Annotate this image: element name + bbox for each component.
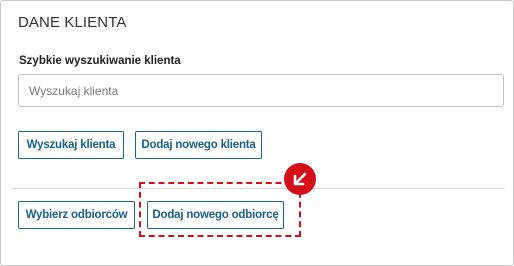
client-data-panel: DANE KLIENTA Szybkie wyszukiwanie klient… <box>0 0 514 266</box>
annotation-marker <box>284 163 316 195</box>
quick-search-label: Szybkie wyszukiwanie klienta <box>19 55 181 67</box>
add-new-client-button[interactable]: Dodaj nowego klienta <box>135 131 262 159</box>
add-new-recipient-button[interactable]: Dodaj nowego odbiorcę <box>147 201 284 229</box>
section-divider <box>11 188 505 189</box>
client-search-input[interactable] <box>18 74 504 107</box>
arrow-down-left-icon <box>293 172 307 186</box>
search-client-button[interactable]: Wyszukaj klienta <box>18 131 124 159</box>
choose-recipients-button[interactable]: Wybierz odbiorców <box>18 201 135 229</box>
panel-title: DANE KLIENTA <box>18 14 127 31</box>
